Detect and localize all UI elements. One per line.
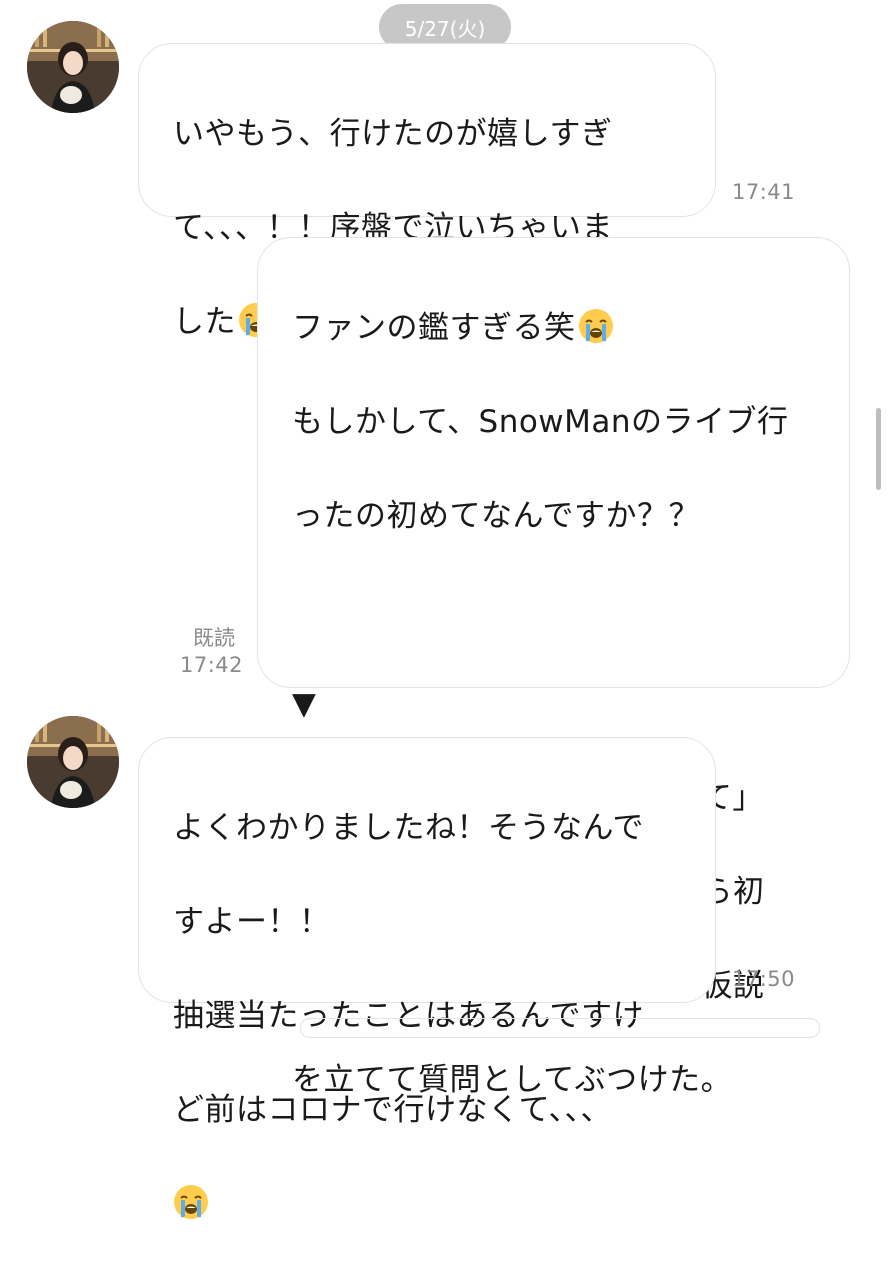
message-bubble-outgoing[interactable]: ファンの鑑すぎる笑 もしかして、SnowManのライブ行 ったの初めてなんですか… [257, 237, 850, 1098]
message-timestamp: 17:41 [732, 180, 796, 204]
contact-avatar[interactable] [27, 716, 119, 808]
message-bubble-partial[interactable] [300, 1018, 820, 1038]
message-bubble-incoming[interactable]: よくわかりましたね！そうなんで すよー！！ 抽選当たったことはあるんですけ ど前… [138, 737, 716, 1219]
message-line [292, 587, 825, 634]
message-line: よくわかりましたね！そうなんで [173, 810, 644, 846]
message-line: ど前はコロナで行けなくて、、、 [173, 1092, 613, 1128]
message-timestamp: 17:42 [180, 653, 244, 677]
loudly-crying-face-icon [174, 1185, 208, 1219]
message-line: いやもう、行けたのが嬉しすぎ [173, 116, 613, 152]
loudly-crying-face-icon [578, 309, 613, 343]
message-bubble-incoming[interactable]: いやもう、行けたのが嬉しすぎ て、、、！！序盤で泣いちゃいま した [138, 43, 716, 340]
avatar-photo-icon [27, 716, 119, 808]
read-receipt: 既読 [193, 626, 235, 650]
message-timestamp: 17:50 [732, 967, 796, 991]
message-line: すよー！！ [173, 904, 331, 940]
message-line: もしかして、SnowManのライブ行 [292, 404, 789, 440]
contact-avatar[interactable] [27, 21, 119, 113]
message-line: ▼ [292, 686, 317, 722]
scrollbar-thumb[interactable] [876, 408, 881, 490]
message-line [173, 1181, 685, 1228]
message-line: ファンの鑑すぎる笑 [292, 305, 825, 352]
avatar-photo-icon [27, 21, 119, 113]
message-line: ったの初めてなんですか？？ [292, 498, 700, 534]
